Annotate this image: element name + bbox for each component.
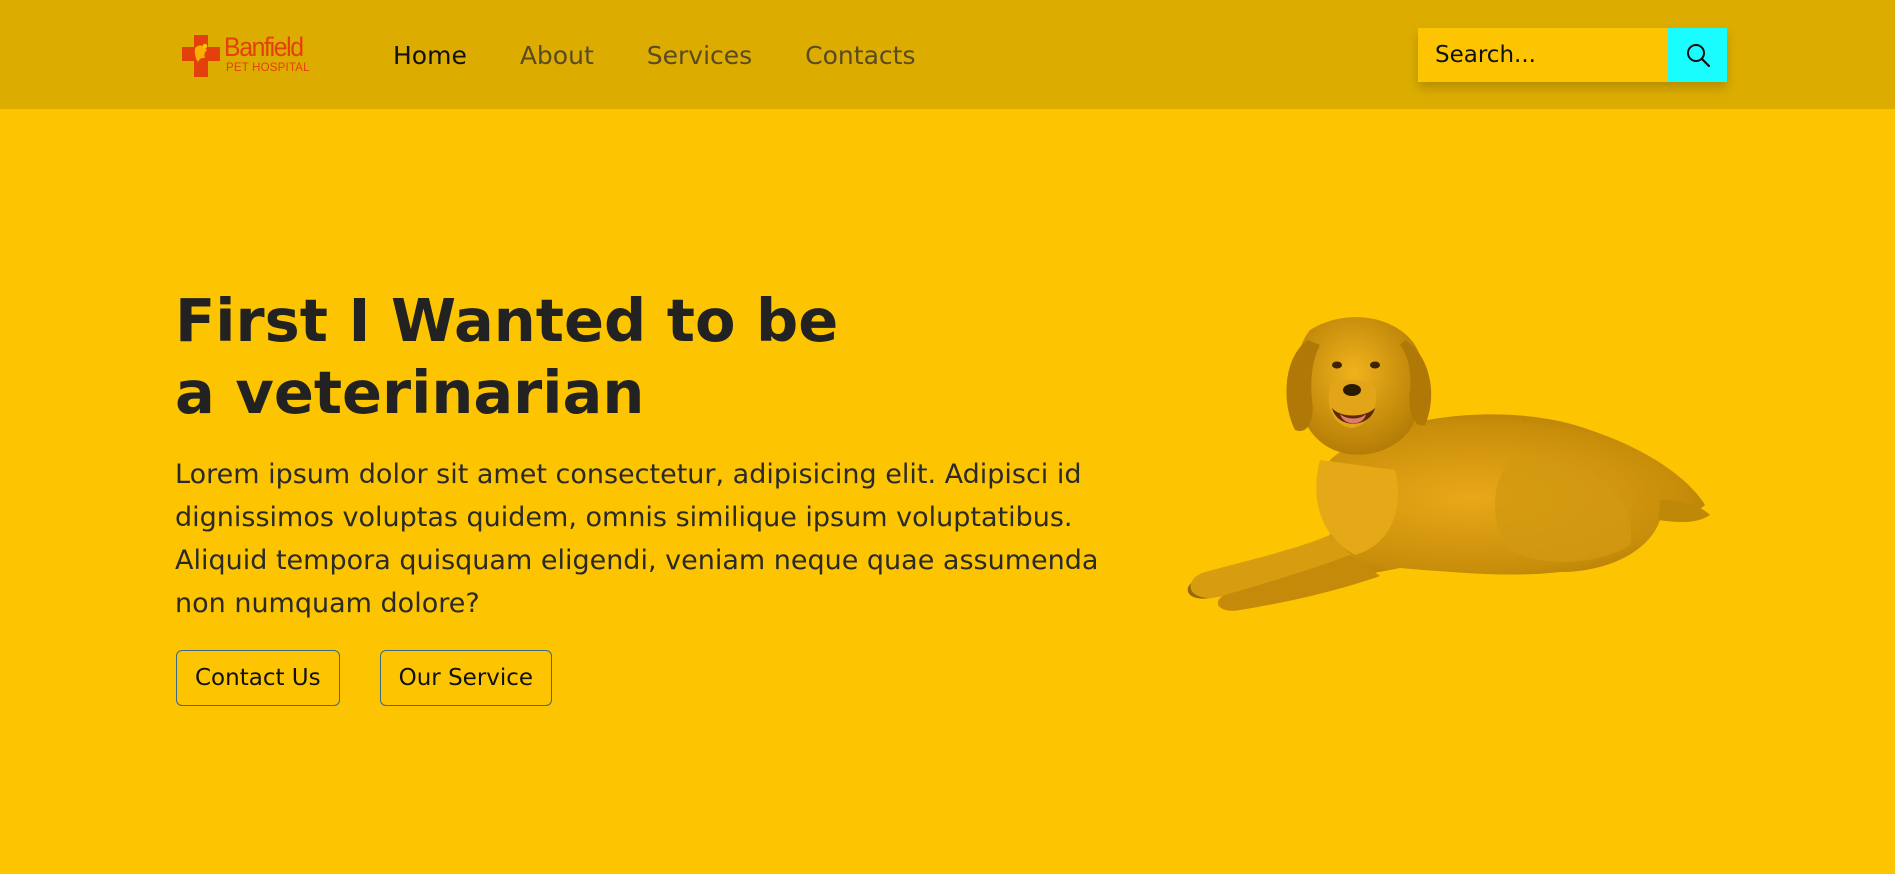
hero-text: Lorem ipsum dolor sit amet consectetur, … <box>175 459 1099 619</box>
our-service-button[interactable]: Our Service <box>379 650 553 706</box>
logo-cross-icon <box>182 35 220 77</box>
hero-title: First I Wanted to be a veterinarian <box>175 286 839 427</box>
search-input[interactable] <box>1418 28 1668 82</box>
brand-name: Banfield <box>224 32 304 62</box>
main-nav: Home About Services Contacts <box>393 38 968 74</box>
brand-subtitle: PET HOSPITAL <box>226 62 310 74</box>
dog-image <box>1187 317 1710 611</box>
search-button[interactable] <box>1668 28 1727 82</box>
brand-logo[interactable]: Banfield PET HOSPITAL <box>181 34 311 78</box>
nav-about[interactable]: About <box>520 38 594 74</box>
nav-home[interactable]: Home <box>393 38 467 74</box>
nav-contacts[interactable]: Contacts <box>805 38 915 74</box>
navbar: Banfield PET HOSPITAL Home About Service… <box>0 0 1895 109</box>
search-icon <box>1686 44 1710 68</box>
nav-services[interactable]: Services <box>647 38 752 74</box>
search-bar <box>1418 28 1727 82</box>
contact-us-button[interactable]: Contact Us <box>176 650 340 706</box>
hero-buttons: Contact Us Our Service <box>176 650 553 706</box>
